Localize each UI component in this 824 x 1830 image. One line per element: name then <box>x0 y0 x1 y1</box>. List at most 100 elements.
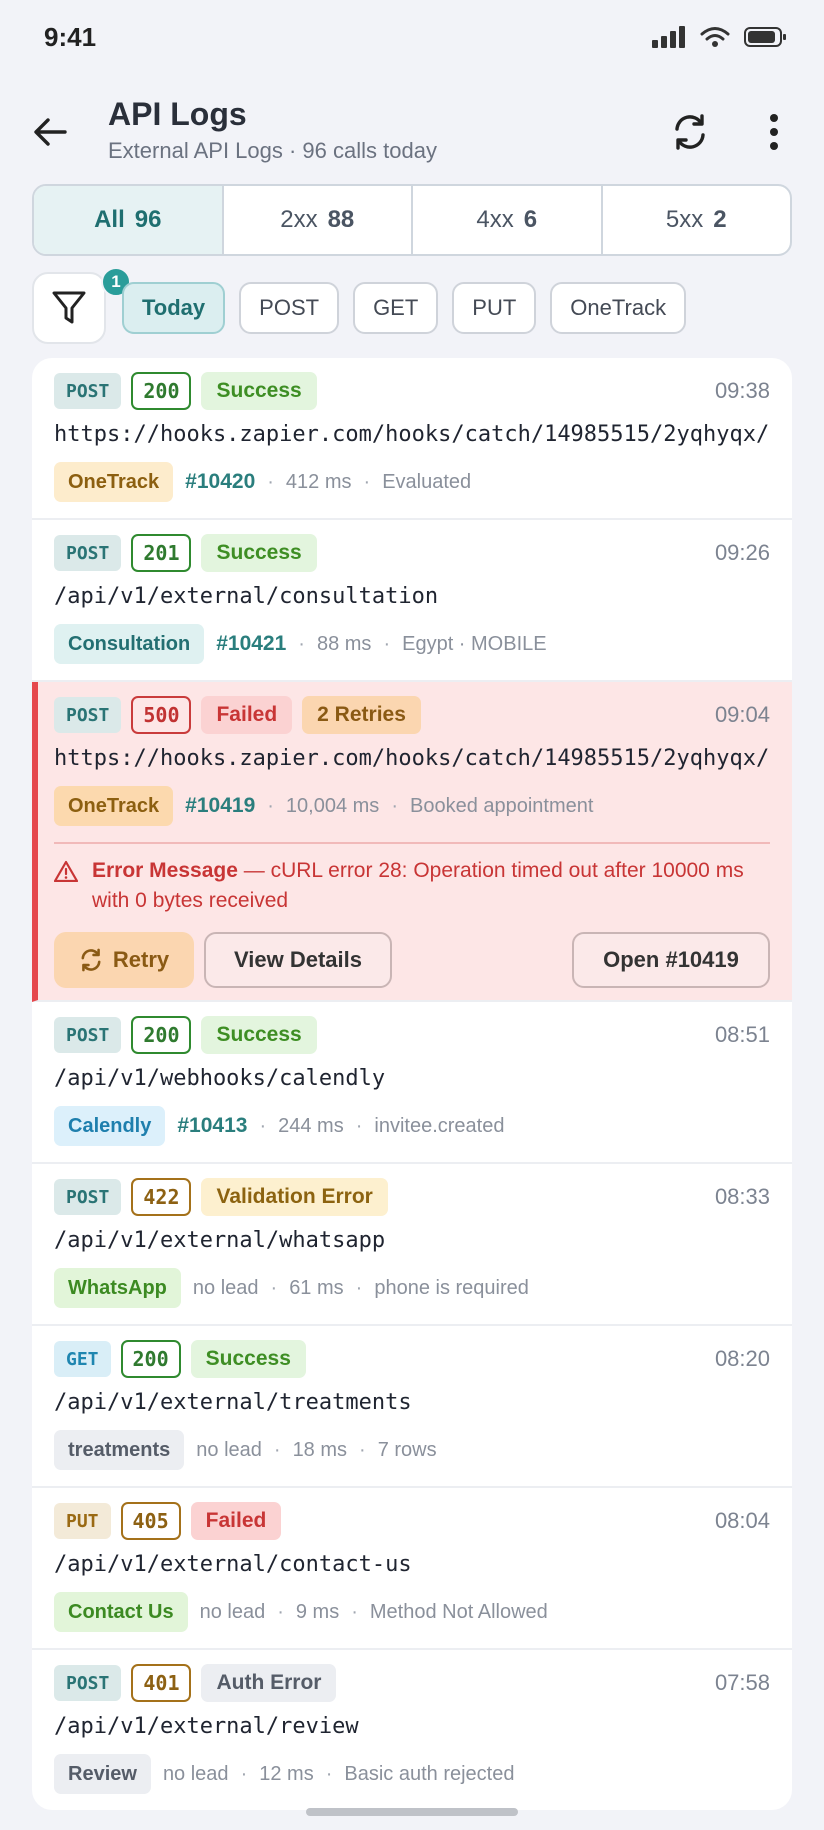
log-url: /api/v1/external/review <box>54 1714 359 1739</box>
retry-button[interactable]: Retry <box>54 932 194 988</box>
retries-badge: 2 Retries <box>302 696 421 734</box>
filter-chips: Today POST GET PUT OneTrack <box>122 282 687 334</box>
wifi-icon <box>700 27 730 47</box>
filter-icon <box>52 291 86 324</box>
log-url: https://hooks.zapier.com/hooks/catch/149… <box>54 746 770 771</box>
log-row[interactable]: GET 200 Success 08:20 /api/v1/external/t… <box>32 1326 792 1488</box>
log-badges: POST 422 Validation Error <box>54 1178 388 1216</box>
log-note: Basic auth rejected <box>344 1762 515 1785</box>
status-bar: 9:41 <box>0 0 824 80</box>
tab-2xx[interactable]: 2xx 88 <box>224 186 413 254</box>
method-badge: POST <box>54 1665 122 1701</box>
no-lead-text: no lead <box>199 1600 266 1623</box>
log-time: 08:04 <box>714 1508 770 1533</box>
chip-today[interactable]: Today <box>122 282 226 334</box>
page-title: API Logs <box>108 96 247 132</box>
method-badge: POST <box>54 1179 122 1215</box>
tab-5xx[interactable]: 5xx 2 <box>603 186 791 254</box>
view-details-button[interactable]: View Details <box>204 932 392 988</box>
status-badge: Success <box>190 1340 306 1378</box>
tab-4xx[interactable]: 4xx 6 <box>413 186 603 254</box>
log-note: invitee.created <box>374 1114 505 1137</box>
status-badge: Auth Error <box>201 1664 337 1702</box>
log-row[interactable]: PUT 405 Failed 08:04 /api/v1/external/co… <box>32 1488 792 1650</box>
log-meta: Contact Us no lead · 9 ms · Method Not A… <box>54 1592 548 1632</box>
no-lead-text: no lead <box>162 1762 229 1785</box>
lead-link[interactable]: #10420 <box>185 470 255 494</box>
error-label: Error Message <box>92 859 238 882</box>
method-badge: PUT <box>54 1503 111 1539</box>
status-badge: Success <box>201 534 317 572</box>
page-subtitle: External API Logs · 96 calls today <box>108 138 437 163</box>
more-vertical-icon <box>770 114 778 150</box>
source-tag: OneTrack <box>54 786 174 826</box>
log-meta: Calendly #10413 · 244 ms · invitee.creat… <box>54 1106 504 1146</box>
log-duration: 88 ms <box>316 632 372 655</box>
status-code-badge: 401 <box>131 1664 192 1702</box>
method-badge: POST <box>54 1017 122 1053</box>
chip-post[interactable]: POST <box>239 282 340 334</box>
refresh-icon <box>675 114 705 150</box>
chip-get[interactable]: GET <box>353 282 439 334</box>
lead-link[interactable]: #10413 <box>177 1114 247 1138</box>
log-row[interactable]: POST 200 Success 09:38 https://hooks.zap… <box>32 358 792 520</box>
app-header: API Logs External API Logs · 96 calls to… <box>0 90 824 170</box>
method-badge: POST <box>54 697 122 733</box>
status-code-badge: 405 <box>120 1502 181 1540</box>
warning-icon <box>54 860 78 882</box>
log-duration: 9 ms <box>295 1600 340 1623</box>
status-code-badge: 500 <box>131 696 192 734</box>
status-code-badge: 201 <box>131 534 192 572</box>
log-row[interactable]: POST 401 Auth Error 07:58 /api/v1/extern… <box>32 1650 792 1810</box>
back-button[interactable] <box>28 110 72 154</box>
log-url: https://hooks.zapier.com/hooks/catch/149… <box>54 422 770 447</box>
signal-icon <box>652 26 685 48</box>
no-lead-text: no lead <box>192 1276 259 1299</box>
log-time: 08:33 <box>714 1184 770 1209</box>
refresh-button[interactable] <box>666 108 714 156</box>
open-lead-button[interactable]: Open #10419 <box>572 932 770 988</box>
log-time: 09:04 <box>714 702 770 727</box>
log-meta: OneTrack #10420 · 412 ms · Evaluated <box>54 462 471 502</box>
log-row-error[interactable]: POST 500 Failed 2 Retries 09:04 https://… <box>32 682 792 1002</box>
log-time: 07:58 <box>714 1670 770 1695</box>
tab-all[interactable]: All 96 <box>34 186 224 254</box>
status-time: 9:41 <box>44 22 97 52</box>
log-duration: 12 ms <box>259 1762 314 1785</box>
log-time: 08:20 <box>714 1346 770 1371</box>
lead-link[interactable]: #10421 <box>216 632 286 656</box>
source-tag: OneTrack <box>54 462 174 502</box>
status-badge: Success <box>201 372 317 410</box>
source-tag: Consultation <box>54 624 205 664</box>
log-url: /api/v1/webhooks/calendly <box>54 1066 386 1091</box>
divider <box>54 842 770 844</box>
chip-onetrack[interactable]: OneTrack <box>550 282 687 334</box>
log-note: Egypt · MOBILE <box>402 632 547 655</box>
log-badges: PUT 405 Failed <box>54 1502 282 1540</box>
log-row[interactable]: POST 200 Success 08:51 /api/v1/webhooks/… <box>32 1002 792 1164</box>
method-badge: POST <box>54 373 122 409</box>
status-badge: Failed <box>190 1502 282 1540</box>
log-row[interactable]: POST 422 Validation Error 08:33 /api/v1/… <box>32 1164 792 1326</box>
log-note: Booked appointment <box>409 794 594 817</box>
method-badge: GET <box>54 1341 111 1377</box>
log-list: POST 200 Success 09:38 https://hooks.zap… <box>32 358 792 1810</box>
log-url: /api/v1/external/contact-us <box>54 1552 412 1577</box>
chip-put[interactable]: PUT <box>452 282 537 334</box>
log-meta: Consultation #10421 · 88 ms · Egypt · MO… <box>54 624 547 664</box>
battery-icon <box>744 27 786 47</box>
source-tag: Calendly <box>54 1106 166 1146</box>
log-meta: treatments no lead · 18 ms · 7 rows <box>54 1430 437 1470</box>
more-menu-button[interactable] <box>756 108 792 156</box>
status-code-badge: 200 <box>131 1016 192 1054</box>
source-tag: treatments <box>54 1430 185 1470</box>
log-row[interactable]: POST 201 Success 09:26 /api/v1/external/… <box>32 520 792 682</box>
log-badges: POST 200 Success <box>54 1016 317 1054</box>
filter-button[interactable] <box>32 272 106 344</box>
log-url: /api/v1/external/treatments <box>54 1390 412 1415</box>
lead-link[interactable]: #10419 <box>185 794 255 818</box>
log-time: 08:51 <box>714 1022 770 1047</box>
error-actions: Retry View Details Open #10419 <box>54 932 770 988</box>
status-tabs: All 96 2xx 88 4xx 6 5xx 2 <box>32 184 792 256</box>
status-code-badge: 200 <box>120 1340 181 1378</box>
